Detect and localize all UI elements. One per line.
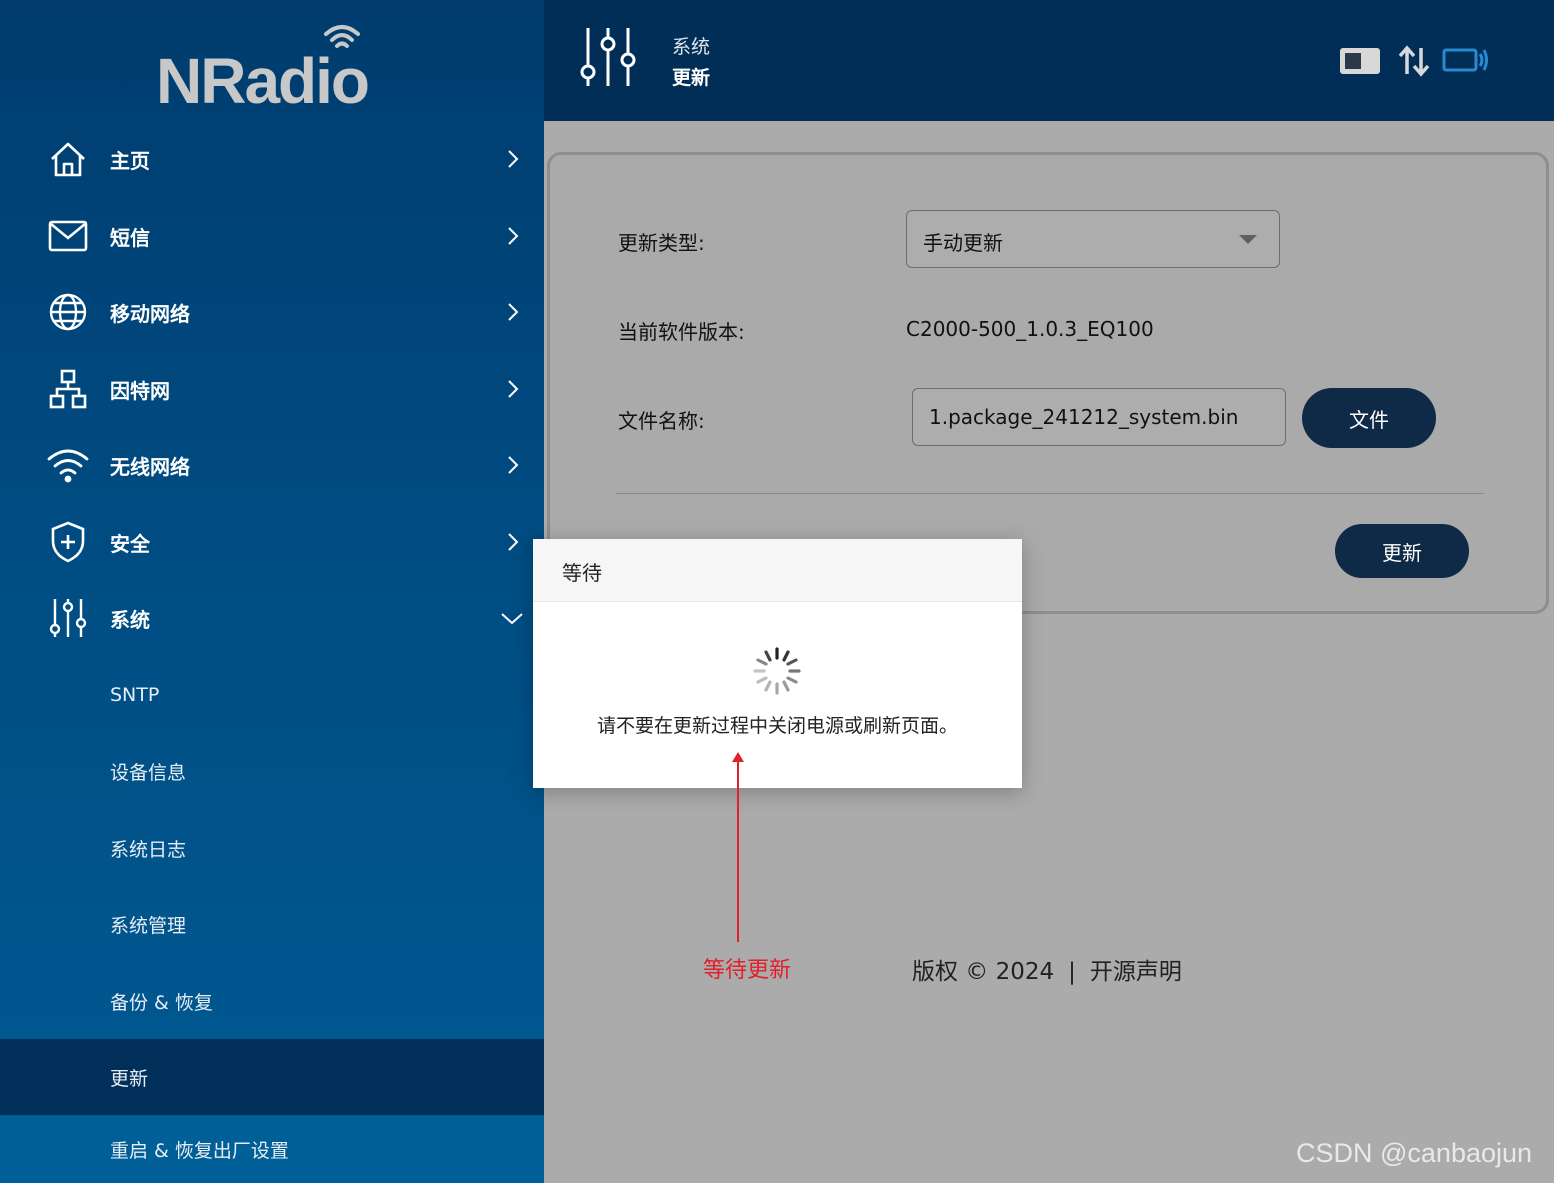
file-name-value: 1.package_241212_system.bin	[929, 405, 1239, 429]
chevron-down-icon	[501, 613, 523, 625]
chevron-right-icon	[508, 150, 519, 168]
logo-wifi-icon	[324, 25, 360, 48]
watermark: CSDN @canbaojun	[1296, 1138, 1533, 1168]
sliders-icon	[580, 28, 636, 86]
update-button[interactable]: 更新	[1335, 524, 1469, 578]
version-label: 当前软件版本:	[618, 320, 745, 344]
file-name-label: 文件名称:	[618, 409, 705, 433]
chevron-right-icon	[508, 227, 519, 245]
dialog-message: 请不要在更新过程中关闭电源或刷新页面。	[596, 715, 958, 737]
dialog-header: 等待	[533, 539, 1022, 602]
network-icon	[46, 367, 90, 411]
update-type-value: 手动更新	[923, 231, 1003, 255]
footer-separator: |	[1068, 959, 1076, 985]
sidebar-item-label: 因特网	[110, 378, 170, 403]
sidebar-item-label: 安全	[110, 531, 150, 556]
sidebar-subitem-label: 系统管理	[110, 914, 187, 937]
sidebar-item-security[interactable]: 安全	[0, 504, 544, 580]
screen-cast-icon	[1442, 48, 1488, 72]
sidebar-subitem-label: 更新	[110, 1067, 149, 1090]
shield-icon	[46, 520, 90, 564]
page-title: 更新	[672, 67, 711, 89]
chevron-right-icon	[508, 380, 519, 398]
mail-icon	[46, 214, 90, 258]
caret-down-icon	[1239, 235, 1257, 244]
annotation-label: 等待更新	[703, 958, 792, 983]
sidebar-item-label: 系统	[110, 607, 150, 632]
annotation-arrow-line	[737, 758, 739, 942]
file-name-field[interactable]: 1.package_241212_system.bin	[912, 388, 1286, 446]
sidebar-item-system[interactable]: 系统	[0, 580, 544, 656]
sliders-icon	[46, 596, 90, 640]
footer: 版权 © 2024 | 开源声明	[912, 952, 1182, 986]
sidebar-subitem-update[interactable]: 更新	[0, 1039, 544, 1115]
logo-text: NRadio	[156, 45, 370, 117]
sidebar: NRadio 主页 短信 移动网络 因特网 无线网络 安全 系统 SNTP 设备…	[0, 0, 544, 1183]
version-value: C2000-500_1.0.3_EQ100	[906, 317, 1154, 341]
sidebar-item-label: 短信	[110, 225, 150, 250]
chevron-right-icon	[508, 456, 519, 474]
dialog-title: 等待	[562, 561, 602, 585]
sidebar-item-home[interactable]: 主页	[0, 121, 544, 197]
copyright-text: 版权 © 2024	[912, 959, 1055, 985]
header-category: 系统	[672, 36, 711, 58]
loading-spinner-icon	[753, 647, 801, 695]
sidebar-subitem-label: 设备信息	[110, 761, 187, 784]
sidebar-subitem-label: 备份 & 恢复	[110, 991, 213, 1014]
sidebar-subitem-label: SNTP	[110, 684, 160, 706]
chevron-right-icon	[508, 303, 519, 321]
chevron-right-icon	[508, 533, 519, 551]
sidebar-item-label: 无线网络	[110, 454, 190, 479]
wait-dialog: 等待 请不要在更新过程中关闭电源或刷新页面。	[533, 539, 1022, 788]
update-type-label: 更新类型:	[618, 231, 705, 255]
brand-logo: NRadio	[150, 18, 400, 117]
sidebar-subitem-system-log[interactable]: 系统日志	[0, 810, 544, 886]
globe-icon	[46, 290, 90, 334]
sidebar-item-label: 主页	[110, 148, 150, 173]
sidebar-item-mobile-network[interactable]: 移动网络	[0, 274, 544, 350]
divider	[616, 493, 1484, 494]
sidebar-subitem-device-info[interactable]: 设备信息	[0, 733, 544, 809]
sim-card-icon	[1340, 48, 1380, 74]
sidebar-subitem-sntp[interactable]: SNTP	[0, 657, 544, 733]
choose-file-button[interactable]: 文件	[1302, 388, 1436, 448]
sidebar-subitem-system-management[interactable]: 系统管理	[0, 886, 544, 962]
data-transfer-icon	[1398, 45, 1430, 77]
home-icon	[46, 137, 90, 181]
wifi-icon	[46, 443, 90, 487]
sidebar-item-sms[interactable]: 短信	[0, 198, 544, 274]
update-type-select[interactable]: 手动更新	[906, 210, 1280, 268]
sidebar-subitem-reboot-reset[interactable]: 重启 & 恢复出厂设置	[0, 1116, 544, 1183]
sidebar-subitem-label: 系统日志	[110, 838, 187, 861]
open-source-link[interactable]: 开源声明	[1090, 959, 1182, 985]
sidebar-subitem-backup-restore[interactable]: 备份 & 恢复	[0, 963, 544, 1039]
sidebar-item-wireless[interactable]: 无线网络	[0, 427, 544, 503]
sidebar-subitem-label: 重启 & 恢复出厂设置	[110, 1140, 289, 1162]
top-header: 系统 更新	[544, 0, 1554, 121]
sidebar-item-label: 移动网络	[110, 301, 190, 326]
sidebar-item-internet[interactable]: 因特网	[0, 351, 544, 427]
